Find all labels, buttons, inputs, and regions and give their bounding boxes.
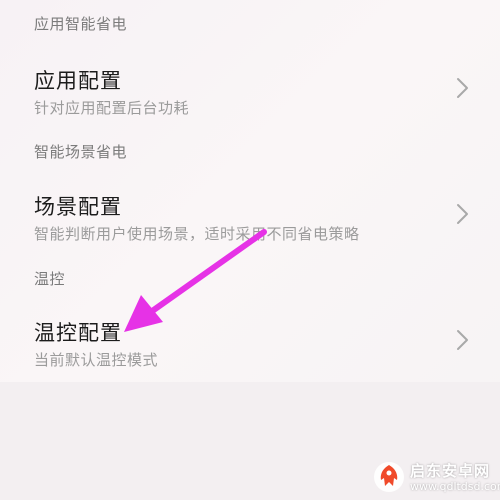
section-header-app-power-saving: 应用智能省电 xyxy=(34,15,128,33)
section-header-scene-power-saving: 智能场景省电 xyxy=(34,143,128,161)
app-config-item[interactable]: 应用配置 针对应用配置后台功耗 xyxy=(0,55,500,135)
watermark-title: 启东安卓网 xyxy=(410,462,491,480)
thermal-config-subtitle: 当前默认温控模式 xyxy=(34,351,159,369)
scene-config-item[interactable]: 场景配置 智能判断用户使用场景，适时采用不同省电策略 xyxy=(0,181,500,261)
scene-config-subtitle: 智能判断用户使用场景，适时采用不同省电策略 xyxy=(34,225,360,243)
scene-config-title: 场景配置 xyxy=(34,195,122,219)
chevron-right-icon xyxy=(457,204,468,224)
chevron-right-icon xyxy=(457,330,468,350)
watermark-url: www.qdltdsd.com xyxy=(410,480,500,493)
thermal-config-title: 温控配置 xyxy=(34,321,122,345)
watermark-logo-icon xyxy=(374,462,404,492)
app-config-subtitle: 针对应用配置后台功耗 xyxy=(34,99,190,117)
chevron-right-icon xyxy=(457,78,468,98)
section-header-thermal-control: 温控 xyxy=(34,270,66,288)
thermal-config-item[interactable]: 温控配置 当前默认温控模式 xyxy=(0,307,500,387)
app-config-title: 应用配置 xyxy=(34,69,122,93)
watermark: 启东安卓网 www.qdltdsd.com xyxy=(372,458,500,498)
settings-screen: 应用智能省电 应用配置 针对应用配置后台功耗 智能场景省电 场景配置 智能判断用… xyxy=(0,0,500,500)
